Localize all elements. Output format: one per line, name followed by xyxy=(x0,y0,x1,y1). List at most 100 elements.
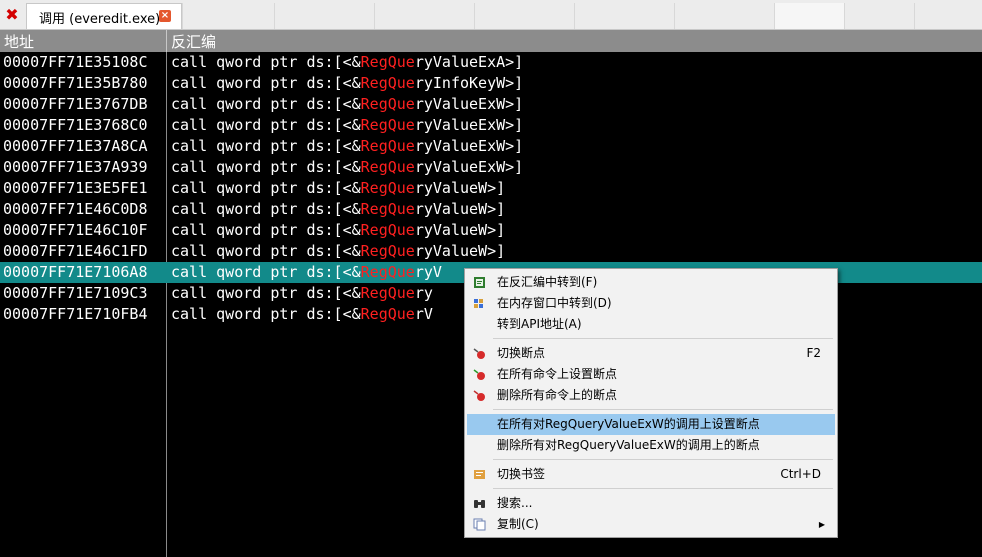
instr-suffix: ryValueExW>] xyxy=(414,116,524,134)
row-address: 00007FF71E3E5FE1 xyxy=(3,179,148,197)
instr-highlight: RegQue xyxy=(360,158,415,176)
instr-prefix: call qword ptr ds:[<& xyxy=(171,200,361,218)
table-row[interactable]: 00007FF71E37A8CA call qword ptr ds:[<&Reg… xyxy=(0,136,982,157)
tab-placeholder[interactable] xyxy=(474,3,575,29)
instr-highlight: RegQue xyxy=(360,179,415,197)
instr-highlight: RegQue xyxy=(360,116,415,134)
tab-placeholder[interactable] xyxy=(374,3,475,29)
column-address[interactable]: 地址 xyxy=(4,31,34,52)
close-all-icon[interactable]: ✖ xyxy=(0,3,24,27)
menu-search[interactable]: 搜索... xyxy=(467,493,835,514)
table-row[interactable]: 00007FF71E3767DB call qword ptr ds:[<&Reg… xyxy=(0,94,982,115)
tab-placeholder[interactable] xyxy=(182,3,275,29)
menu-label: 切换断点 xyxy=(497,346,546,360)
row-instruction: call qword ptr ds:[<&RegQueryV xyxy=(171,262,442,283)
row-instruction: call qword ptr ds:[<&RegQueryInfoKeyW>] xyxy=(171,73,523,94)
table-row[interactable]: 00007FF71E35108C call qword ptr ds:[<&Reg… xyxy=(0,52,982,73)
row-instruction: call qword ptr ds:[<&RegQueryValueExW>] xyxy=(171,115,523,136)
row-instruction: call qword ptr ds:[<&RegQueryValueW>] xyxy=(171,220,505,241)
menu-label: 复制(C) xyxy=(497,517,539,531)
bookmark-icon xyxy=(474,470,485,479)
row-address: 00007FF71E7106A8 xyxy=(3,263,148,281)
table-row[interactable]: 00007FF71E46C0D8 call qword ptr ds:[<&Reg… xyxy=(0,199,982,220)
table-row[interactable]: 00007FF71E35B780 call qword ptr ds:[<&Reg… xyxy=(0,73,982,94)
instr-highlight: RegQue xyxy=(360,221,415,239)
instr-prefix: call qword ptr ds:[<& xyxy=(171,179,361,197)
instr-highlight: RegQue xyxy=(360,263,415,281)
tab-placeholder[interactable] xyxy=(574,3,675,29)
row-address: 00007FF71E37A939 xyxy=(3,158,148,176)
instr-suffix: ryValueW>] xyxy=(414,179,506,197)
instr-prefix: call qword ptr ds:[<& xyxy=(171,263,361,281)
instr-highlight: RegQue xyxy=(360,305,415,323)
instr-suffix: rV xyxy=(414,305,433,323)
row-instruction: call qword ptr ds:[<&RegQueryValueW>] xyxy=(171,241,505,262)
row-instruction: call qword ptr ds:[<&RegQueryValueExW>] xyxy=(171,136,523,157)
table-row[interactable]: 00007FF71E37A939 call qword ptr ds:[<&Reg… xyxy=(0,157,982,178)
menu-label: 转到API地址(A) xyxy=(497,317,582,331)
instr-suffix: ryValueExW>] xyxy=(414,95,524,113)
tab-calls[interactable]: 调用 (everedit.exe) × xyxy=(26,3,182,29)
row-address: 00007FF71E46C10F xyxy=(3,221,148,239)
menu-set-breakpoint-calls[interactable]: 在所有对RegQueryValueExW的调用上设置断点 xyxy=(467,414,835,435)
menu-label: 切换书签 xyxy=(497,467,546,481)
menu-goto-disassembly[interactable]: 在反汇编中转到(F) xyxy=(467,272,835,293)
breakpoint-toggle-icon xyxy=(473,348,485,359)
menu-set-breakpoint-all[interactable]: 在所有命令上设置断点 xyxy=(467,364,835,385)
instr-prefix: call qword ptr ds:[<& xyxy=(171,137,361,155)
instr-suffix: ryValueExA>] xyxy=(414,53,524,71)
instr-highlight: RegQue xyxy=(360,137,415,155)
menu-separator xyxy=(493,338,833,339)
instr-prefix: call qword ptr ds:[<& xyxy=(171,242,361,260)
tab-placeholder[interactable] xyxy=(274,3,375,29)
menu-remove-breakpoint-all[interactable]: 删除所有命令上的断点 xyxy=(467,385,835,406)
menu-label: 搜索... xyxy=(497,496,533,510)
row-address: 00007FF71E46C0D8 xyxy=(3,200,148,218)
menu-toggle-breakpoint[interactable]: 切换断点 F2 xyxy=(467,343,835,364)
menu-goto-memory[interactable]: 在内存窗口中转到(D) xyxy=(467,293,835,314)
row-address: 00007FF71E37A8CA xyxy=(3,137,148,155)
submenu-arrow-icon: ▶ xyxy=(818,520,825,529)
column-disassembly[interactable]: 反汇编 xyxy=(171,31,216,52)
instr-suffix: ryValueW>] xyxy=(414,221,506,239)
tab-close-icon[interactable]: × xyxy=(159,10,171,22)
menu-label: 删除所有命令上的断点 xyxy=(497,388,618,402)
menu-separator xyxy=(493,409,833,410)
instr-suffix: ryInfoKeyW>] xyxy=(414,74,524,92)
table-row[interactable]: 00007FF71E46C10F call qword ptr ds:[<&Reg… xyxy=(0,220,982,241)
menu-separator xyxy=(493,488,833,489)
instr-prefix: call qword ptr ds:[<& xyxy=(171,95,361,113)
breakpoint-remove-icon xyxy=(473,390,485,401)
table-row[interactable]: 00007FF71E3E5FE1 call qword ptr ds:[<&Reg… xyxy=(0,178,982,199)
row-address: 00007FF71E3768C0 xyxy=(3,116,148,134)
menu-goto-api-address[interactable]: 转到API地址(A) xyxy=(467,314,835,335)
instr-suffix: ry xyxy=(414,284,433,302)
table-row[interactable]: 00007FF71E46C1FD call qword ptr ds:[<&Reg… xyxy=(0,241,982,262)
tab-bar: ✖ 调用 (everedit.exe) × xyxy=(0,0,982,30)
instr-suffix: ryV xyxy=(414,263,442,281)
row-instruction: call qword ptr ds:[<&RegQueryValueW>] xyxy=(171,178,505,199)
instr-highlight: RegQue xyxy=(360,74,415,92)
tab-placeholder[interactable] xyxy=(914,3,982,29)
row-address: 00007FF71E7109C3 xyxy=(3,284,148,302)
row-instruction: call qword ptr ds:[<&RegQuerV xyxy=(171,304,433,325)
table-row[interactable]: 00007FF71E3768C0 call qword ptr ds:[<&Reg… xyxy=(0,115,982,136)
menu-label: 删除所有对RegQueryValueExW的调用上的断点 xyxy=(497,438,760,452)
menu-copy[interactable]: 复制(C) ▶ xyxy=(467,514,835,535)
row-address: 00007FF71E35108C xyxy=(3,53,148,71)
tab-placeholder[interactable] xyxy=(674,3,775,29)
tab-placeholder[interactable] xyxy=(774,3,845,29)
instr-suffix: ryValueExW>] xyxy=(414,158,524,176)
menu-label: 在所有命令上设置断点 xyxy=(497,367,618,381)
menu-toggle-bookmark[interactable]: 切换书签 Ctrl+D xyxy=(467,464,835,485)
column-divider[interactable] xyxy=(166,30,167,52)
menu-separator xyxy=(493,459,833,460)
row-address: 00007FF71E46C1FD xyxy=(3,242,148,260)
instr-suffix: ryValueExW>] xyxy=(414,137,524,155)
tab-placeholder[interactable] xyxy=(844,3,915,29)
instr-highlight: RegQue xyxy=(360,53,415,71)
menu-label: 在内存窗口中转到(D) xyxy=(497,296,612,310)
instr-prefix: call qword ptr ds:[<& xyxy=(171,53,361,71)
menu-remove-breakpoint-calls[interactable]: 删除所有对RegQueryValueExW的调用上的断点 xyxy=(467,435,835,456)
instr-prefix: call qword ptr ds:[<& xyxy=(171,74,361,92)
